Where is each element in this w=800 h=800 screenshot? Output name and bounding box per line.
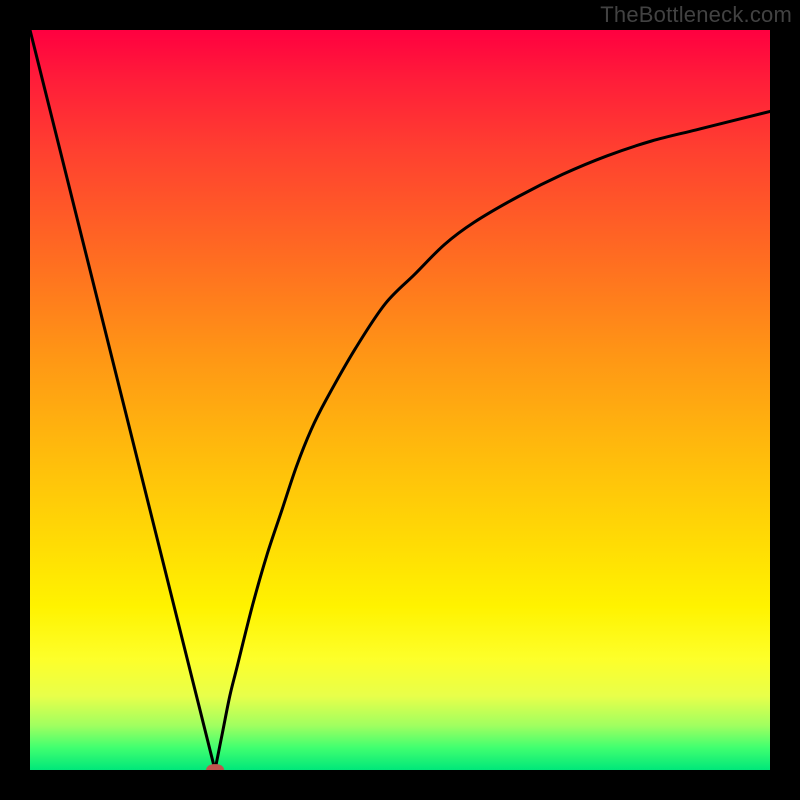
curve-right-branch <box>215 111 770 770</box>
minimum-marker <box>206 764 224 770</box>
plot-area <box>30 30 770 770</box>
curve-left-branch <box>30 30 215 770</box>
bottleneck-curve <box>30 30 770 770</box>
watermark-text: TheBottleneck.com <box>600 2 792 28</box>
chart-frame: TheBottleneck.com <box>0 0 800 800</box>
